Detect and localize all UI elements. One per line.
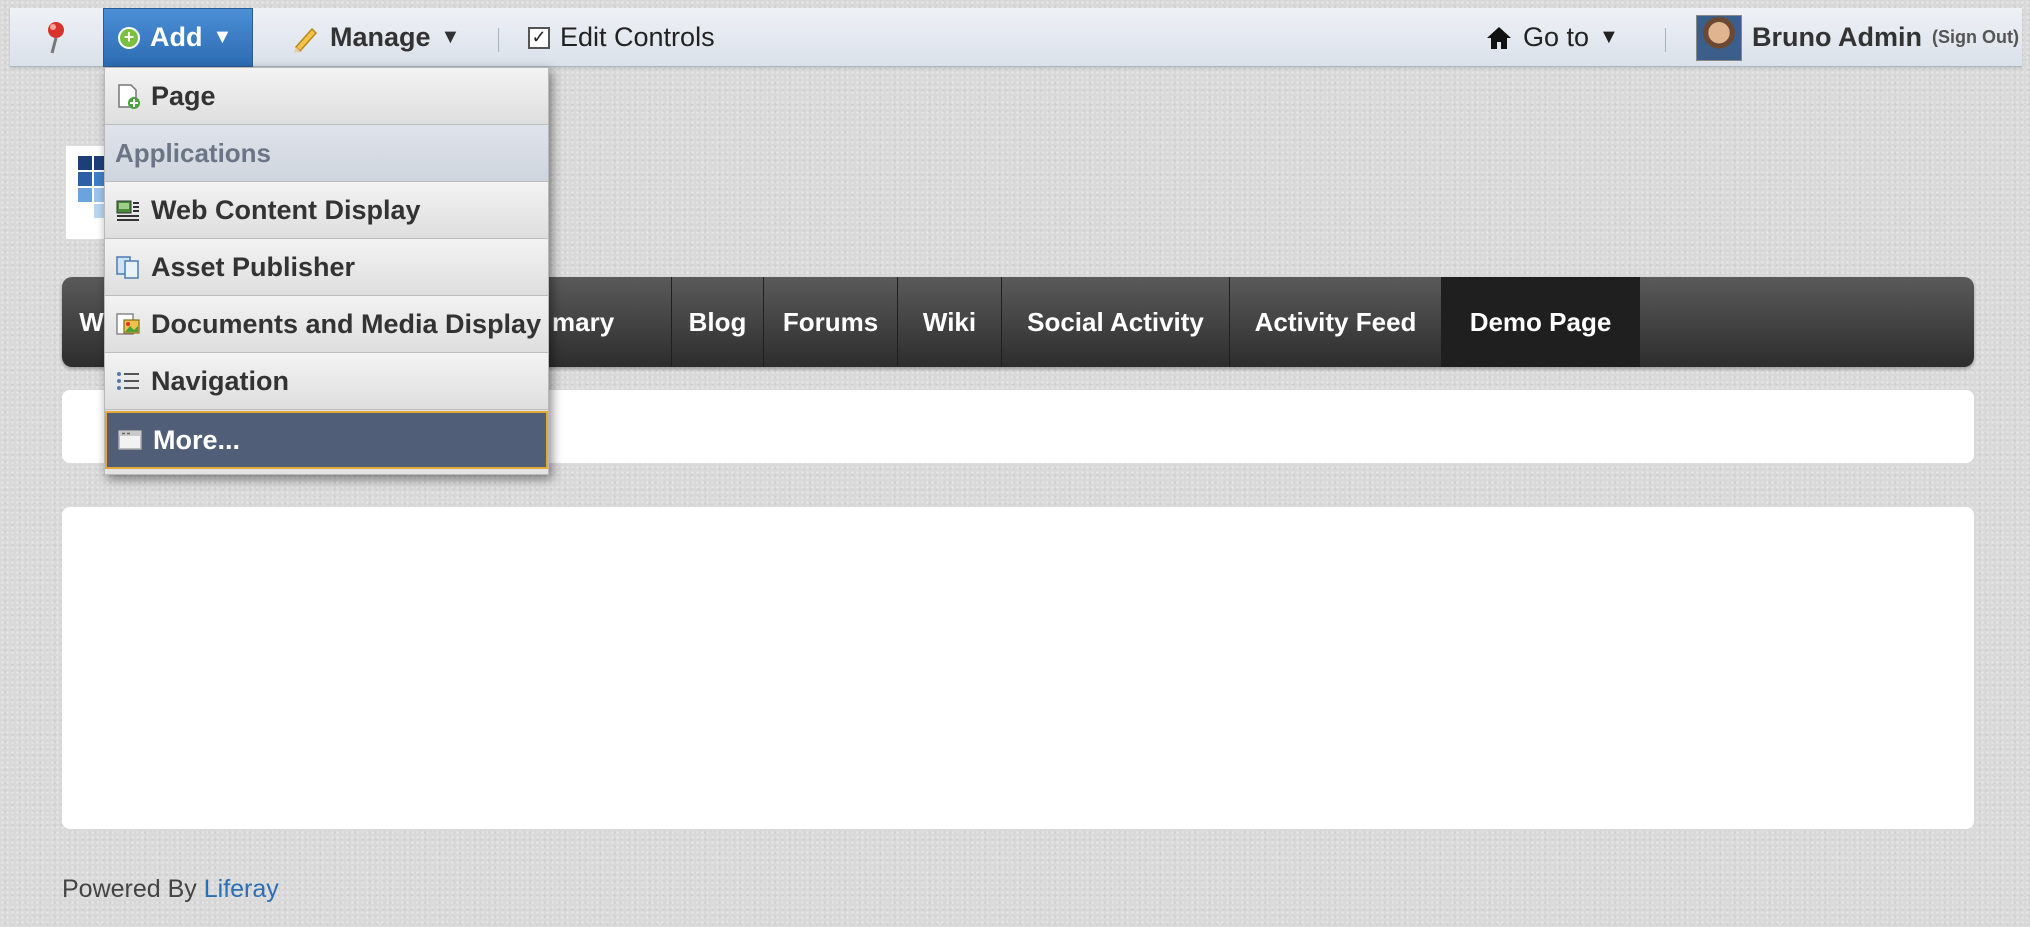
add-label: Add [150,22,203,52]
menu-item-label: More... [153,424,241,455]
menu-item-label: Navigation [151,365,290,396]
chevron-down-icon: ▼ [440,26,461,48]
nav-item-forums[interactable]: Forums [764,277,898,367]
nav-item-activity-feed[interactable]: Activity Feed [1230,277,1442,367]
nav-item-label: W [79,306,104,337]
portlet-area-main [62,507,1974,829]
edit-controls-toggle[interactable]: ✓ Edit Controls [528,8,715,67]
powered-by-text: Powered By [62,875,197,903]
liferay-link[interactable]: Liferay [204,875,279,903]
nav-item-demo-page[interactable]: Demo Page [1442,277,1640,367]
more-icon [118,430,142,450]
edit-controls-label: Edit Controls [560,22,715,52]
home-icon [1487,26,1511,49]
web-content-icon [116,200,139,221]
menu-item-documents-media-display[interactable]: Documents and Media Display [105,296,548,353]
page-add-icon [118,84,140,109]
avatar [1696,14,1742,61]
asset-publisher-icon [116,256,139,279]
nav-item-label: Forums [782,306,879,337]
separator [1665,28,1666,52]
menu-item-web-content-display[interactable]: Web Content Display [105,182,548,239]
menu-item-label: Page [151,80,216,111]
menu-item-asset-publisher[interactable]: Asset Publisher [105,239,548,296]
documents-media-icon [116,313,140,335]
nav-item[interactable]: mary [542,277,672,367]
goto-menu-button[interactable]: Go to ▼ [1485,8,1619,67]
chevron-down-icon: ▼ [212,26,233,48]
menu-item-label: Web Content Display [151,194,421,225]
menu-item-label: Asset Publisher [151,251,356,282]
nav-item-label: Wiki [922,306,977,337]
sign-out-link[interactable]: (Sign Out) [1932,27,2019,48]
menu-item-page[interactable]: Page [105,68,548,125]
add-menu-button[interactable]: + Add ▼ [103,8,253,67]
dockbar: + Add ▼ Manage ▼ ✓ Edit Controls Go to ▼… [10,8,2022,67]
pin-icon[interactable] [36,8,76,67]
nav-item-social-activity[interactable]: Social Activity [1002,277,1230,367]
navigation-icon [117,372,139,390]
menu-section-applications: Applications [105,125,548,182]
menu-item-navigation[interactable]: Navigation [105,353,548,410]
manage-menu-button[interactable]: Manage ▼ [290,8,460,67]
add-dropdown-menu: Page Applications Web Content Display As… [104,67,549,475]
checkbox-icon: ✓ [528,26,550,49]
nav-item-label: Demo Page [1469,306,1612,337]
user-menu[interactable]: Bruno Admin (Sign Out) [1696,8,2019,67]
nav-item-label: mary [552,306,615,337]
add-circle-icon: + [118,26,140,49]
user-name: Bruno Admin [1752,22,1922,52]
menu-item-label: Documents and Media Display [151,308,542,339]
separator [498,28,499,52]
nav-item-wiki[interactable]: Wiki [898,277,1002,367]
menu-item-more[interactable]: More... [105,411,548,469]
nav-item-label: Social Activity [1027,306,1204,337]
nav-item-label: Activity Feed [1254,306,1417,337]
chevron-down-icon: ▼ [1599,26,1619,48]
nav-item-label: Blog [688,306,747,337]
nav-item-blog[interactable]: Blog [672,277,764,367]
menu-section-label: Applications [115,137,272,168]
manage-label: Manage [330,22,431,52]
pencil-icon [294,27,318,53]
footer: Powered By Liferay [62,875,279,904]
goto-label: Go to [1523,22,1590,52]
